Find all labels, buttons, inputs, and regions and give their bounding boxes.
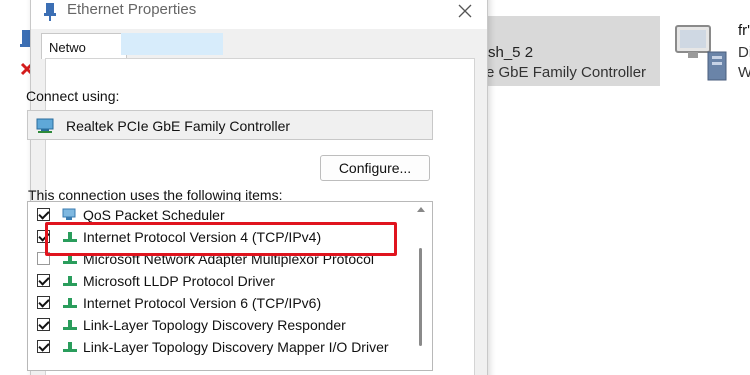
checkbox[interactable] bbox=[37, 296, 50, 309]
background-adapter-device: e GbE Family Controller bbox=[486, 64, 647, 81]
computer-icon bbox=[670, 22, 730, 82]
tab-networking[interactable]: Netwo bbox=[41, 33, 127, 59]
background-adapter-name: sh_5 2 bbox=[488, 44, 534, 61]
checkbox[interactable] bbox=[37, 318, 50, 331]
list-item-label: Link-Layer Topology Discovery Responder bbox=[83, 317, 346, 333]
scroll-up-arrow-icon[interactable] bbox=[417, 207, 425, 212]
list-item-lldp[interactable]: Microsoft LLDP Protocol Driver bbox=[28, 270, 413, 292]
adapter-field: Realtek PCIe GbE Family Controller bbox=[27, 110, 433, 140]
screen: sh_5 2 e GbE Family Controller fr' Di W … bbox=[0, 0, 750, 375]
protocol-icon bbox=[62, 274, 78, 288]
highlight-box bbox=[45, 222, 397, 256]
background-right-text-3: W bbox=[738, 64, 750, 81]
adapter-name: Realtek PCIe GbE Family Controller bbox=[66, 118, 291, 134]
background-right-text-1: fr' bbox=[738, 22, 750, 39]
checkbox[interactable] bbox=[37, 208, 50, 221]
list-item-label: Microsoft LLDP Protocol Driver bbox=[83, 273, 275, 289]
network-adapter-icon bbox=[36, 118, 58, 134]
list-item-label: Link-Layer Topology Discovery Mapper I/O… bbox=[83, 339, 389, 355]
list-item-lltd-mapper[interactable]: Link-Layer Topology Discovery Mapper I/O… bbox=[28, 336, 413, 358]
list-item-label: Internet Protocol Version 6 (TCP/IPv6) bbox=[83, 295, 322, 311]
dialog-title: Ethernet Properties bbox=[67, 1, 197, 18]
scrollbar[interactable] bbox=[412, 202, 432, 370]
list-item-label: QoS Packet Scheduler bbox=[83, 207, 225, 223]
protocol-icon bbox=[62, 296, 78, 310]
connect-using-label: Connect using: bbox=[26, 88, 120, 104]
qos-icon bbox=[62, 208, 78, 222]
ethernet-icon bbox=[43, 3, 57, 21]
close-button[interactable] bbox=[451, 0, 479, 25]
redaction-overlay bbox=[121, 33, 223, 55]
checkbox[interactable] bbox=[37, 274, 50, 287]
scroll-thumb[interactable] bbox=[419, 248, 422, 346]
list-item-lltd-responder[interactable]: Link-Layer Topology Discovery Responder bbox=[28, 314, 413, 336]
protocol-icon bbox=[62, 340, 78, 354]
configure-button[interactable]: Configure... bbox=[320, 155, 430, 181]
background-right-text-2: Di bbox=[738, 44, 750, 61]
checkbox[interactable] bbox=[37, 340, 50, 353]
protocol-icon bbox=[62, 318, 78, 332]
list-item-ipv6[interactable]: Internet Protocol Version 6 (TCP/IPv6) bbox=[28, 292, 413, 314]
title-bar: Ethernet Properties bbox=[31, 0, 487, 29]
close-icon bbox=[458, 4, 472, 18]
